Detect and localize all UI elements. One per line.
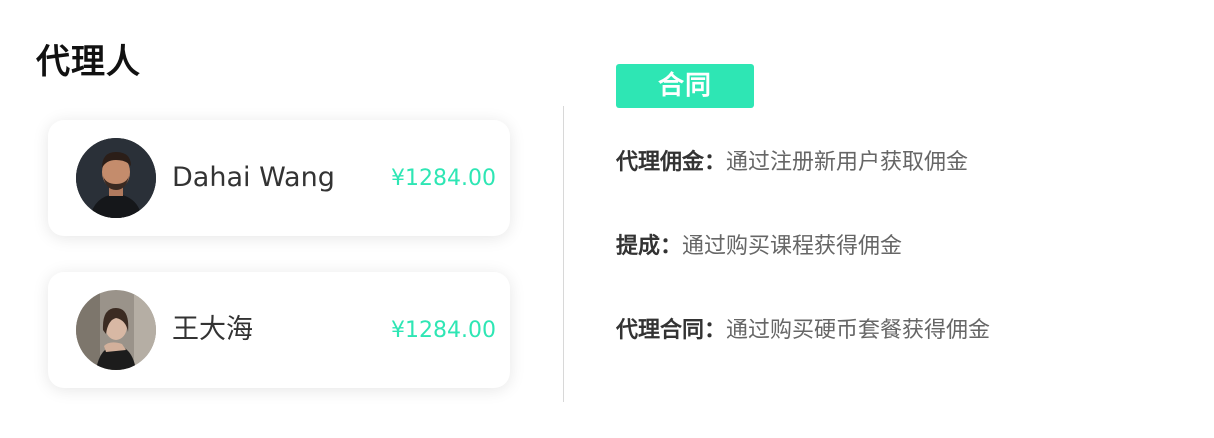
rule-label: 代理佣金： [616,150,727,175]
agent-name: Dahai Wang [172,162,335,193]
avatar [76,290,156,370]
agent-card[interactable]: Dahai Wang ¥1284.00 [48,120,510,236]
rule-desc: 通过注册新用户获取佣金 [726,150,969,175]
agent-amount: ¥1284.00 [391,318,496,343]
agent-amount: ¥1284.00 [391,166,496,191]
agent-name: 王大海 [172,314,253,345]
vertical-divider [563,106,564,402]
agent-card[interactable]: 王大海 ¥1284.00 [48,272,510,388]
rule-row: 提成：通过购买课程获得佣金 [616,232,902,262]
rule-row: 代理合同：通过购买硬币套餐获得佣金 [616,316,990,346]
avatar [76,138,156,218]
rule-label: 提成： [616,234,683,259]
rule-desc: 通过购买课程获得佣金 [682,234,903,259]
rule-label: 代理合同： [616,318,727,343]
page-title: 代理人 [36,42,141,82]
rule-row: 代理佣金：通过注册新用户获取佣金 [616,148,968,178]
rule-desc: 通过购买硬币套餐获得佣金 [726,318,991,343]
contract-tag: 合同 [616,64,754,108]
